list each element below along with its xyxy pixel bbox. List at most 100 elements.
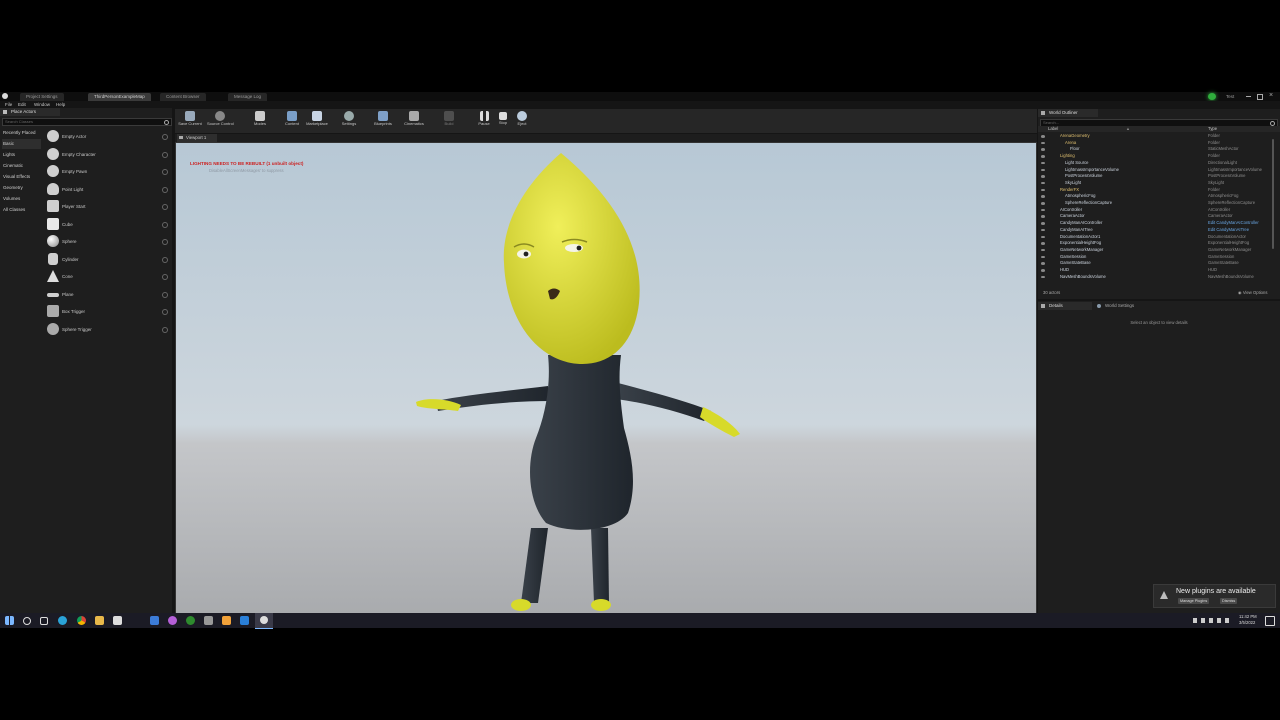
source-control-status-icon[interactable] bbox=[1208, 93, 1216, 100]
system-tray-icons[interactable] bbox=[1193, 618, 1233, 623]
actor-empty-character[interactable]: Empty Character bbox=[45, 146, 170, 163]
save-current-button[interactable]: Save Current bbox=[177, 110, 203, 132]
manage-plugins-button[interactable]: Manage Plugins bbox=[1178, 598, 1210, 604]
actor-point-light[interactable]: Point Light bbox=[45, 181, 170, 198]
outliner-row[interactable]: HUD HUD bbox=[1038, 267, 1280, 274]
unreal-taskbar-item[interactable] bbox=[255, 613, 273, 629]
visibility-eye-icon[interactable] bbox=[1041, 248, 1045, 252]
info-icon[interactable] bbox=[162, 274, 168, 280]
actor-cone[interactable]: Cone bbox=[45, 268, 170, 285]
task-view-icon[interactable] bbox=[40, 617, 48, 625]
visibility-eye-icon[interactable] bbox=[1041, 228, 1045, 232]
blueprints-button[interactable]: Blueprints bbox=[370, 110, 396, 132]
xbox-icon[interactable] bbox=[186, 616, 195, 625]
outliner-row[interactable]: CandyManAIController Edit CandyManAIContr… bbox=[1038, 220, 1280, 227]
actor-cylinder[interactable]: Cylinder bbox=[45, 251, 170, 268]
outliner-row[interactable]: CandyManAITree Edit CandyManAITree bbox=[1038, 227, 1280, 234]
visibility-eye-icon[interactable] bbox=[1041, 168, 1045, 171]
settings-button[interactable]: Settings bbox=[336, 110, 362, 132]
visibility-eye-icon[interactable] bbox=[1041, 262, 1045, 265]
actor-empty-actor[interactable]: Empty Actor bbox=[45, 128, 170, 145]
info-icon[interactable] bbox=[162, 309, 168, 315]
visibility-eye-icon[interactable] bbox=[1041, 188, 1045, 192]
content-button[interactable]: Content bbox=[279, 110, 305, 132]
info-icon[interactable] bbox=[162, 134, 168, 140]
outliner-row[interactable]: Lighting Folder bbox=[1038, 153, 1280, 160]
category-volumes[interactable]: Volumes bbox=[2, 194, 41, 204]
outliner-row[interactable]: ArenaGeometry Folder bbox=[1038, 133, 1280, 140]
store-icon[interactable] bbox=[113, 616, 122, 625]
lemongrab-character[interactable] bbox=[176, 143, 1036, 613]
outliner-row[interactable]: PostProcessVolume PostProcessVolume bbox=[1038, 173, 1280, 180]
column-type[interactable]: Type bbox=[1208, 126, 1217, 132]
outliner-row[interactable]: SphereReflectionCapture SphereReflectionC… bbox=[1038, 200, 1280, 207]
category-lights[interactable]: Lights bbox=[2, 150, 41, 160]
info-icon[interactable] bbox=[162, 239, 168, 245]
level-viewport[interactable]: LIGHTING NEEDS TO BE REBUILT (1 unbuilt … bbox=[175, 142, 1037, 614]
visibility-eye-icon[interactable] bbox=[1041, 181, 1045, 185]
actor-player-start[interactable]: Player Start bbox=[45, 198, 170, 215]
outliner-row-edit-link[interactable]: Edit CandyManAIController bbox=[1208, 220, 1259, 227]
visibility-eye-icon[interactable] bbox=[1041, 215, 1045, 218]
outliner-row[interactable]: RenderFX Folder bbox=[1038, 187, 1280, 194]
info-icon[interactable] bbox=[162, 326, 168, 333]
chrome-icon[interactable] bbox=[77, 616, 86, 625]
visibility-eye-icon[interactable] bbox=[1041, 175, 1045, 178]
menu-help[interactable]: Help bbox=[56, 101, 65, 108]
app-icon[interactable] bbox=[168, 616, 177, 625]
actor-sphere[interactable]: Sphere bbox=[45, 233, 170, 250]
visibility-eye-icon[interactable] bbox=[1041, 255, 1045, 259]
actor-empty-pawn[interactable]: Empty Pawn bbox=[45, 163, 170, 180]
viewport-tab[interactable]: Viewport 1 bbox=[177, 134, 217, 142]
category-cinematic[interactable]: Cinematic bbox=[2, 161, 41, 171]
category-geometry[interactable]: Geometry bbox=[2, 183, 41, 193]
outliner-row-edit-link[interactable]: Edit CandyManAITree bbox=[1208, 227, 1249, 234]
column-label[interactable]: Label bbox=[1048, 126, 1058, 132]
outliner-row[interactable]: Arena Folder bbox=[1038, 140, 1280, 147]
cinematics-button[interactable]: Cinematics bbox=[401, 110, 427, 132]
menu-file[interactable]: File bbox=[5, 101, 12, 108]
info-icon[interactable] bbox=[162, 204, 168, 210]
visibility-eye-icon[interactable] bbox=[1041, 202, 1045, 205]
visibility-eye-icon[interactable] bbox=[1041, 161, 1045, 165]
category-all-classes[interactable]: All Classes bbox=[2, 205, 41, 215]
tab-project-settings[interactable]: Project Settings bbox=[20, 93, 64, 101]
info-icon[interactable] bbox=[162, 169, 168, 175]
tab-content-browser[interactable]: Content Browser bbox=[160, 93, 206, 101]
visibility-eye-icon[interactable] bbox=[1041, 269, 1045, 272]
visibility-eye-icon[interactable] bbox=[1041, 195, 1045, 198]
visibility-eye-icon[interactable] bbox=[1041, 242, 1045, 245]
visibility-eye-icon[interactable] bbox=[1041, 235, 1045, 238]
place-actors-tab[interactable]: Place Actors bbox=[0, 108, 60, 116]
outliner-scrollbar[interactable] bbox=[1272, 139, 1274, 249]
actor-cube[interactable]: Cube bbox=[45, 216, 170, 233]
outliner-row[interactable]: NavMeshBoundsVolume NavMeshBoundsVolume bbox=[1038, 274, 1280, 281]
build-button[interactable]: Build bbox=[436, 110, 462, 132]
source-control-button[interactable]: Source Control bbox=[207, 110, 234, 132]
outliner-row[interactable]: GameSession GameSession bbox=[1038, 254, 1280, 261]
actor-box-trigger[interactable]: Box Trigger bbox=[45, 303, 170, 320]
visibility-eye-icon[interactable] bbox=[1041, 155, 1045, 158]
app-icon[interactable] bbox=[222, 616, 231, 625]
search-classes-input[interactable]: Search Classes bbox=[2, 118, 172, 126]
edge-icon[interactable] bbox=[58, 616, 67, 625]
outliner-row[interactable]: Floor StaticMeshActor bbox=[1038, 146, 1280, 153]
actor-sphere-trigger[interactable]: Sphere Trigger bbox=[45, 321, 170, 338]
minimize-button[interactable] bbox=[1246, 96, 1251, 97]
visibility-eye-icon[interactable] bbox=[1041, 148, 1045, 151]
outliner-row[interactable]: AIController AIController bbox=[1038, 207, 1280, 214]
actor-plane[interactable]: Plane bbox=[45, 286, 170, 303]
checkmark-app-icon[interactable] bbox=[150, 616, 159, 625]
maximize-button[interactable] bbox=[1257, 94, 1263, 100]
tab-level-editor[interactable]: ThirdPersonExampleMap bbox=[88, 93, 151, 101]
close-button[interactable]: × bbox=[1269, 92, 1273, 100]
outliner-row[interactable]: CameraActor CameraActor bbox=[1038, 213, 1280, 220]
details-tab[interactable]: Details bbox=[1038, 302, 1092, 310]
visibility-eye-icon[interactable] bbox=[1041, 208, 1045, 212]
category-basic[interactable]: Basic bbox=[2, 139, 41, 149]
info-icon[interactable] bbox=[162, 291, 168, 298]
world-outliner-tab[interactable]: World Outliner bbox=[1038, 109, 1098, 117]
info-icon[interactable] bbox=[162, 151, 168, 158]
dismiss-button[interactable]: Dismiss bbox=[1220, 598, 1238, 604]
info-icon[interactable] bbox=[162, 186, 168, 193]
